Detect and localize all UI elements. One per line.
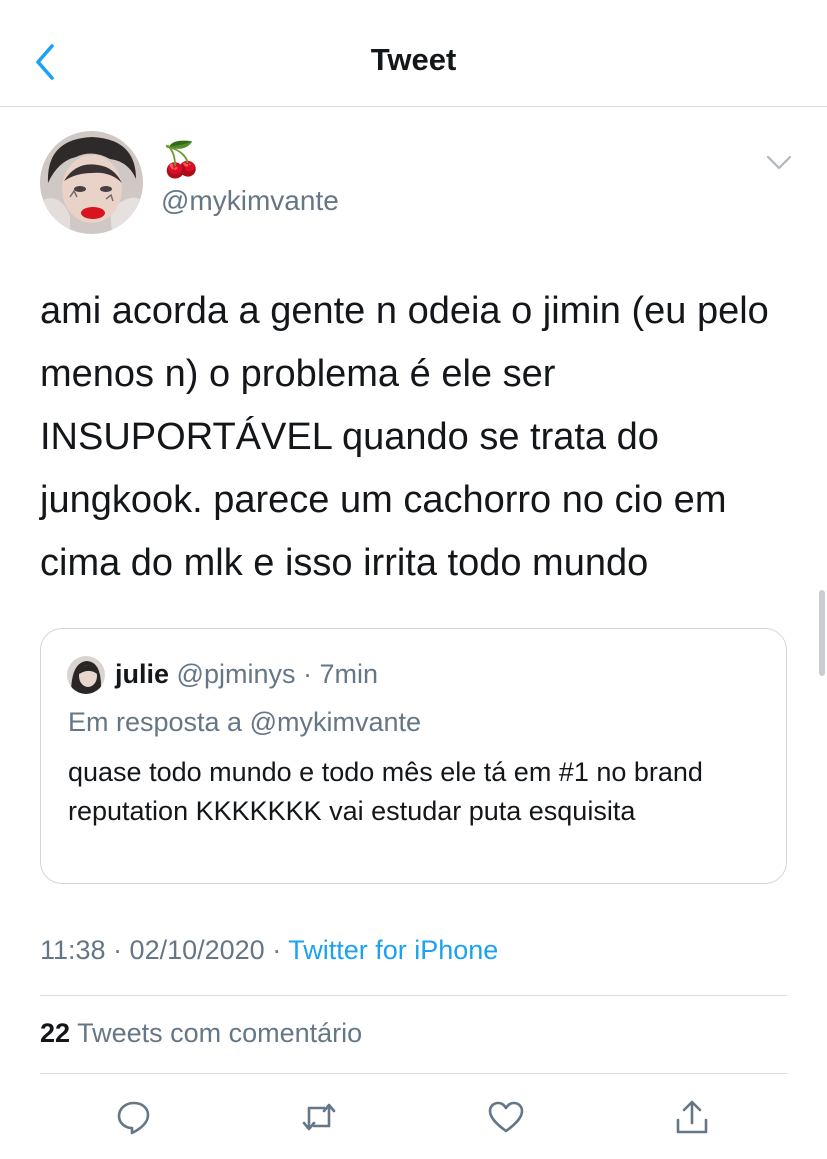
- top-nav-bar: Tweet: [0, 0, 827, 107]
- quoted-handle[interactable]: @pjminys: [177, 659, 296, 689]
- quoted-avatar[interactable]: [67, 656, 105, 694]
- tweet-source-link[interactable]: Twitter for iPhone: [288, 935, 498, 965]
- tweet-time: 11:38 · 02/10/2020 ·: [40, 935, 282, 965]
- quote-tweets-count: 22: [40, 1018, 71, 1048]
- like-button[interactable]: [487, 1098, 525, 1136]
- author-handle[interactable]: @mykimvante: [161, 185, 339, 217]
- caret-down-icon: [766, 155, 792, 170]
- tweet-options-button[interactable]: [764, 150, 794, 174]
- share-button[interactable]: [673, 1098, 711, 1136]
- reply-button[interactable]: [115, 1098, 153, 1136]
- retweet-icon: [302, 1103, 336, 1131]
- like-icon: [488, 1101, 524, 1133]
- retweet-button[interactable]: [300, 1098, 338, 1136]
- quoted-age: · 7min: [302, 659, 378, 689]
- quoted-reply-to: Em resposta a @mykimvante: [68, 707, 422, 737]
- author-name[interactable]: 🍒: [160, 140, 202, 180]
- divider: [40, 1073, 787, 1074]
- share-icon: [676, 1100, 708, 1134]
- quote-tweets-label: Tweets com comentário: [77, 1018, 363, 1048]
- author-avatar[interactable]: [40, 131, 143, 234]
- page-title: Tweet: [370, 42, 457, 77]
- tweet-timestamp: 11:38 · 02/10/2020 · Twitter for iPhone: [40, 935, 498, 966]
- tweet-text: ami acorda a gente n odeia o jimin (eu p…: [40, 290, 769, 584]
- quoted-name[interactable]: julie: [115, 659, 169, 689]
- quoted-header: julie @pjminys · 7min: [115, 659, 378, 690]
- quote-tweets-stat[interactable]: 22 Tweets com comentário: [40, 1018, 362, 1049]
- quoted-tweet-card[interactable]: julie @pjminys · 7min Em resposta a @myk…: [40, 628, 787, 884]
- reply-icon: [117, 1101, 150, 1135]
- scrollbar[interactable]: [819, 590, 825, 676]
- divider: [40, 995, 787, 996]
- quoted-text: quase todo mundo e todo mês ele tá em #1…: [68, 757, 703, 826]
